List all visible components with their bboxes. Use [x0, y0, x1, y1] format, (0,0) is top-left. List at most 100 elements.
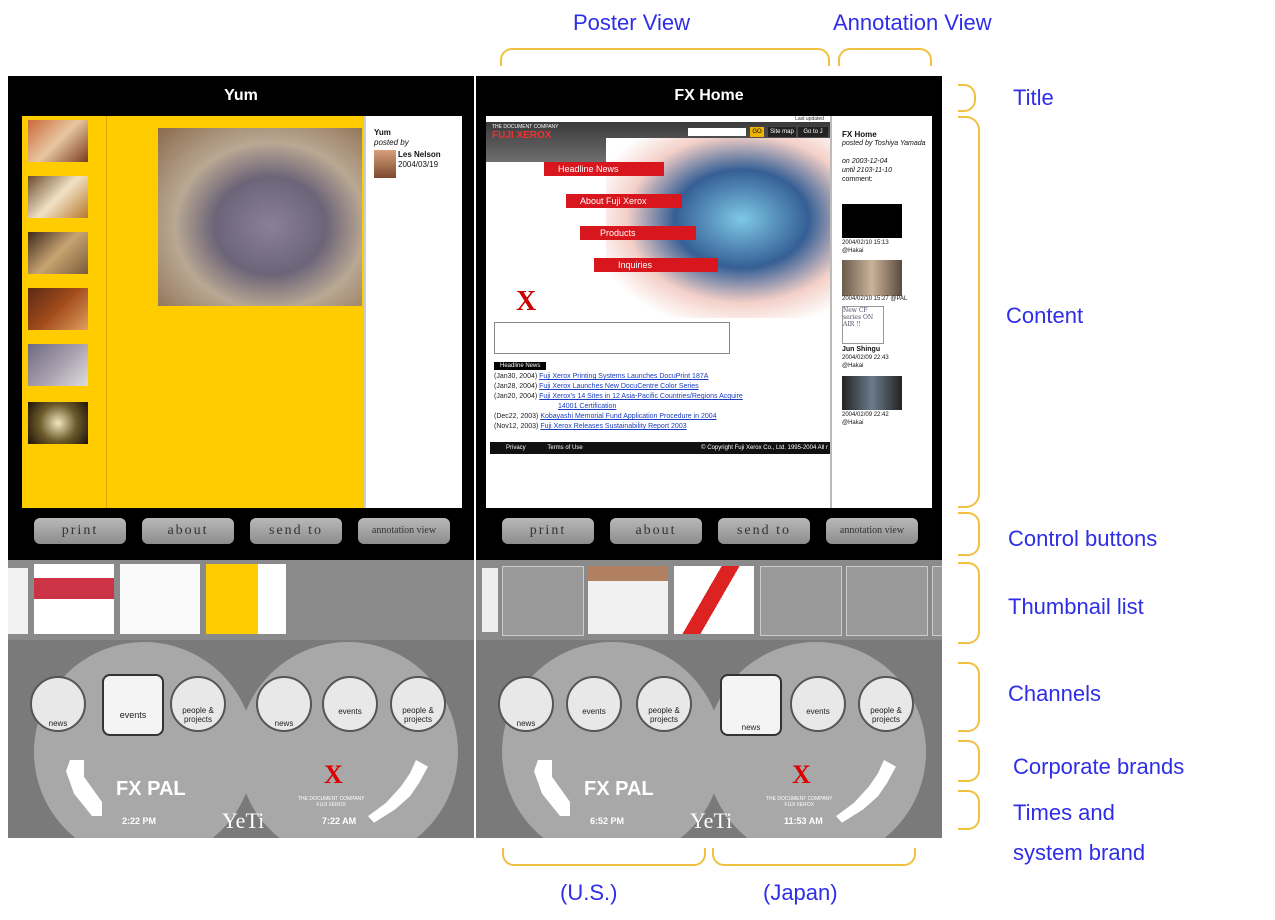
left-about-button[interactable]: about [142, 518, 234, 544]
right-events-channel-icon[interactable]: events [566, 676, 622, 732]
right-thumb-3[interactable] [588, 566, 668, 634]
right-news-jp-channel-icon[interactable]: news [720, 674, 782, 736]
fx-go-to-link[interactable]: Go to J [798, 127, 828, 137]
left-fxpal-brand: FX PAL [116, 778, 186, 800]
times-brand-label-1: Times and [1013, 800, 1115, 825]
brands-bracket [958, 740, 980, 782]
fx-terms-link[interactable]: Terms of Use [547, 445, 582, 451]
fx-news-list: (Jan30, 2004) Fuji Xerox Printing System… [494, 372, 830, 432]
fx-nav-products[interactable]: Products [580, 226, 696, 240]
left-people-jp-channel-icon[interactable]: people & projects [390, 676, 446, 732]
right-annotation-title: FX Home [842, 130, 877, 139]
food-thumb-1[interactable] [28, 120, 88, 162]
japan-bracket [712, 848, 916, 866]
left-news-jp-channel-icon[interactable]: news [256, 676, 312, 732]
right-thumb-5[interactable] [760, 566, 842, 636]
right-fxpal-brand: FX PAL [584, 778, 654, 800]
annotation-entry-user: @Hakai [842, 248, 864, 254]
left-thumb-2[interactable] [34, 564, 114, 634]
left-events-jp-channel-icon[interactable]: events [322, 676, 378, 732]
news-item[interactable]: (Nov12, 2003) Fuji Xerox Releases Sustai… [494, 422, 830, 432]
news-item[interactable]: 14001 Certification [494, 402, 830, 412]
annotation-photo-2[interactable] [842, 376, 902, 410]
food-thumb-6[interactable] [28, 402, 88, 444]
right-thumb-1[interactable] [482, 568, 498, 632]
fx-x-logo: X [516, 286, 537, 317]
right-events-label: events [582, 707, 606, 716]
fx-privacy-link[interactable]: Privacy [506, 445, 526, 451]
right-send-to-button[interactable]: send to [718, 518, 810, 544]
annotation-entry-time: 2004/02/10 15:27 @PAL [842, 296, 908, 302]
news-date: (Nov12, 2003) [494, 423, 539, 430]
right-annotation-view-button[interactable]: annotation view [826, 518, 918, 544]
left-annotation-view-button[interactable]: annotation view [358, 518, 450, 544]
annotation-entry-author: Jun Shingu [842, 346, 881, 353]
left-annotation-panel: Yum posted by Les Nelson 2004/03/19 [364, 116, 462, 508]
left-events-channel-icon[interactable]: events [102, 674, 164, 736]
right-thumb-4[interactable] [674, 566, 754, 634]
right-people-jp-channel-icon[interactable]: people & projects [858, 676, 914, 732]
right-thumb-2[interactable] [502, 566, 584, 636]
left-news-channel-icon[interactable]: news [30, 676, 86, 732]
left-thumb-3[interactable] [120, 564, 200, 634]
right-thumb-7[interactable] [932, 566, 942, 636]
left-jp-disc [238, 642, 458, 838]
right-annotation-on: on 2003-12-04 [842, 158, 888, 165]
left-print-button[interactable]: print [34, 518, 126, 544]
right-screen: FX Home Last updated THE DOCUMENT COMPAN… [476, 76, 942, 838]
us-bracket [502, 848, 706, 866]
fx-go-button[interactable]: GO [750, 127, 764, 137]
right-people-jp-label: people & projects [870, 706, 902, 724]
fx-search-input[interactable] [688, 128, 746, 136]
poster-view-label: Poster View [573, 10, 690, 35]
fx-nav-headline[interactable]: Headline News [544, 162, 664, 176]
news-link[interactable]: 14001 Certification [558, 403, 616, 410]
right-about-button[interactable]: about [610, 518, 702, 544]
left-send-to-button[interactable]: send to [250, 518, 342, 544]
fx-site-map-link[interactable]: Site map [768, 127, 796, 137]
news-link[interactable]: Kobayashi Memorial Fund Application Proc… [540, 413, 716, 420]
left-annotation-posted-by: posted by [374, 138, 409, 147]
news-link[interactable]: Fuji Xerox's 14 Sites in 12 Asia-Pacific… [539, 393, 743, 400]
news-link[interactable]: Fuji Xerox Printing Systems Launches Doc… [539, 373, 708, 380]
right-news-channel-icon[interactable]: news [498, 676, 554, 732]
news-date: (Jan28, 2004) [494, 383, 538, 390]
annotation-video-1[interactable] [842, 204, 902, 238]
annotation-photo-1[interactable] [842, 260, 902, 296]
left-thumb-1[interactable] [8, 568, 28, 634]
left-screen-title: Yum [224, 87, 258, 104]
left-fujixerox-brand: THE DOCUMENT COMPANY FUJI XEROX [298, 796, 365, 808]
fx-nav-inquiries[interactable]: Inquiries [594, 258, 718, 272]
food-thumb-4[interactable] [28, 288, 88, 330]
right-events-jp-channel-icon[interactable]: events [790, 676, 846, 732]
fx-banner-box [494, 322, 730, 354]
annotation-entry-time: 2004/02/09 22:42 [842, 412, 889, 418]
right-us-disc [502, 642, 722, 838]
content-bracket [958, 116, 980, 508]
left-news-label: news [48, 719, 68, 728]
right-jp-disc [706, 642, 926, 838]
news-item[interactable]: (Jan20, 2004) Fuji Xerox's 14 Sites in 1… [494, 392, 830, 402]
food-thumb-2[interactable] [28, 176, 88, 218]
right-print-button[interactable]: print [502, 518, 594, 544]
left-thumb-4[interactable] [206, 564, 286, 634]
left-time-jp: 7:22 AM [322, 816, 357, 826]
news-item[interactable]: (Dec22, 2003) Kobayashi Memorial Fund Ap… [494, 412, 830, 422]
news-item[interactable]: (Jan30, 2004) Fuji Xerox Printing System… [494, 372, 830, 382]
news-item[interactable]: (Jan28, 2004) Fuji Xerox Launches New Do… [494, 382, 830, 392]
food-thumb-3[interactable] [28, 232, 88, 274]
food-thumb-5[interactable] [28, 344, 88, 386]
left-thumbnail-list [8, 560, 474, 640]
left-people-channel-icon[interactable]: people & projects [170, 676, 226, 732]
news-link[interactable]: Fuji Xerox Releases Sustainability Repor… [540, 423, 686, 430]
annotation-entry-user: @Hakai [842, 420, 864, 426]
left-sidebar [22, 116, 107, 508]
right-people-channel-icon[interactable]: people & projects [636, 676, 692, 732]
news-date: (Dec22, 2003) [494, 413, 539, 420]
fx-nav-about[interactable]: About Fuji Xerox [566, 194, 682, 208]
right-content: Last updated THE DOCUMENT COMPANY FUJI X… [486, 116, 932, 508]
left-annotation-author: Les Nelson [398, 150, 441, 159]
right-thumb-6[interactable] [846, 566, 928, 636]
right-annotation-posted-by: posted by Toshiya Yamada [842, 140, 926, 147]
news-link[interactable]: Fuji Xerox Launches New DocuCentre Color… [539, 383, 699, 390]
